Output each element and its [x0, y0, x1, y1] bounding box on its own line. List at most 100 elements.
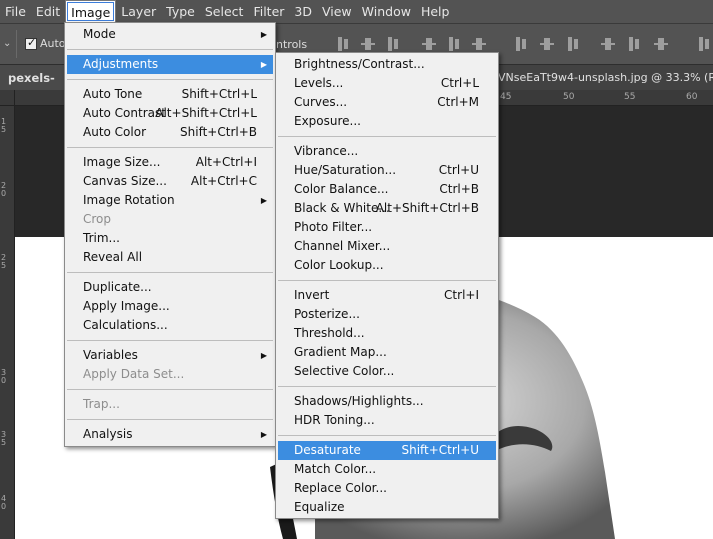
align-distribute-icon[interactable] [697, 36, 711, 52]
image-menu-item-auto-color[interactable]: Auto Color Shift+Ctrl+B [67, 123, 273, 142]
align-distribute-icon[interactable] [654, 36, 668, 52]
menu-window[interactable]: Window [357, 0, 416, 23]
menu-select[interactable]: Select [200, 0, 249, 23]
menu-item-shortcut: Alt+Shift+Ctrl+B [375, 201, 479, 215]
adjustments-item-replace-color[interactable]: Replace Color... [278, 479, 496, 498]
submenu-arrow-icon: ▶ [260, 196, 267, 205]
align-distribute-icon[interactable] [422, 36, 436, 52]
menu-divider [67, 340, 273, 341]
menu-item-shortcut: Alt+Shift+Ctrl+L [155, 106, 257, 120]
menu-divider [278, 136, 496, 137]
menu-item-label: Adjustments [83, 57, 159, 71]
document-tab-active[interactable]: VNseEaTt9w4-unsplash.jpg @ 33.3% (RGI [498, 65, 713, 91]
align-distribute-icon[interactable] [627, 36, 641, 52]
image-menu-item-auto-contrast[interactable]: Auto Contrast Alt+Shift+Ctrl+L [67, 104, 273, 123]
adjustments-item-match-color[interactable]: Match Color... [278, 460, 496, 479]
adjustments-item-hue-saturation[interactable]: Hue/Saturation... Ctrl+U [278, 161, 496, 180]
image-menu-item-apply-data-set: Apply Data Set... [67, 365, 273, 384]
menu-item-label: Trap... [83, 397, 120, 411]
menu-image[interactable]: Image [65, 0, 117, 23]
ruler-tick-label: 55 [624, 92, 636, 102]
chevron-down-icon[interactable]: ⌄ [3, 38, 11, 49]
adjustments-item-threshold[interactable]: Threshold... [278, 324, 496, 343]
menu-type[interactable]: Type [161, 0, 200, 23]
image-menu-item-adjustments[interactable]: Adjustments ▶ [67, 55, 273, 74]
align-distribute-icon[interactable] [566, 36, 580, 52]
menu-item-label: Analysis [83, 427, 133, 441]
image-menu-item-apply-image[interactable]: Apply Image... [67, 297, 273, 316]
adjustments-item-levels[interactable]: Levels... Ctrl+L [278, 74, 496, 93]
align-distribute-icon[interactable] [447, 36, 461, 52]
menu-item-label: Image Size... [83, 155, 161, 169]
adjustments-submenu: Brightness/Contrast... Levels... Ctrl+L Cur… [275, 52, 499, 519]
menu-file[interactable]: File [0, 0, 31, 23]
menu-item-shortcut: Shift+Ctrl+B [180, 125, 257, 139]
adjustments-item-selective-color[interactable]: Selective Color... [278, 362, 496, 381]
image-menu-item-auto-tone[interactable]: Auto Tone Shift+Ctrl+L [67, 85, 273, 104]
image-menu-item-duplicate[interactable]: Duplicate... [67, 278, 273, 297]
auto-select-checkbox[interactable] [25, 36, 37, 50]
menu-filter[interactable]: Filter [248, 0, 289, 23]
align-distribute-icon[interactable] [336, 36, 350, 52]
menu-divider [67, 272, 273, 273]
menu-divider [278, 386, 496, 387]
ruler-tick-label: 5 [1, 261, 7, 270]
adjustments-item-shadows-highlights[interactable]: Shadows/Highlights... [278, 392, 496, 411]
menu-bar: File Edit Image Layer Type Select Filter 3D View… [0, 0, 713, 23]
document-tab[interactable]: pexels-spe [0, 65, 66, 111]
vertical-ruler[interactable]: 152025303540 [0, 106, 15, 539]
menu-view[interactable]: View [317, 0, 357, 23]
adjustments-item-black-white[interactable]: Black & White... Alt+Shift+Ctrl+B [278, 199, 496, 218]
image-menu-item-analysis[interactable]: Analysis ▶ [67, 425, 273, 444]
image-menu-item-mode[interactable]: Mode ▶ [67, 25, 273, 44]
submenu-arrow-icon: ▶ [260, 60, 267, 69]
adjustments-item-invert[interactable]: Invert Ctrl+I [278, 286, 496, 305]
menu-item-label: HDR Toning... [294, 413, 375, 427]
menu-item-shortcut: Ctrl+M [437, 95, 479, 109]
adjustments-item-color-lookup[interactable]: Color Lookup... [278, 256, 496, 275]
image-menu-item-image-size[interactable]: Image Size... Alt+Ctrl+I [67, 153, 273, 172]
menu-item-label: Color Balance... [294, 182, 389, 196]
adjustments-item-exposure[interactable]: Exposure... [278, 112, 496, 131]
adjustments-item-gradient-map[interactable]: Gradient Map... [278, 343, 496, 362]
show-transform-controls-label: ntrols [276, 38, 308, 51]
adjustments-item-photo-filter[interactable]: Photo Filter... [278, 218, 496, 237]
submenu-arrow-icon: ▶ [260, 430, 267, 439]
menu-item-shortcut: Shift+Ctrl+U [401, 443, 479, 457]
menu-item-label: Crop [83, 212, 112, 226]
adjustments-item-desaturate[interactable]: Desaturate Shift+Ctrl+U [278, 441, 496, 460]
align-distribute-icon[interactable] [514, 36, 528, 52]
adjustments-item-equalize[interactable]: Equalize [278, 498, 496, 517]
ruler-corner [0, 90, 15, 106]
image-menu-item-calculations[interactable]: Calculations... [67, 316, 273, 335]
adjustments-item-posterize[interactable]: Posterize... [278, 305, 496, 324]
adjustments-item-curves[interactable]: Curves... Ctrl+M [278, 93, 496, 112]
adjustments-item-color-balance[interactable]: Color Balance... Ctrl+B [278, 180, 496, 199]
ruler-tick-label: 60 [686, 92, 698, 102]
image-menu-item-reveal-all[interactable]: Reveal All [67, 248, 273, 267]
image-menu-item-crop: Crop [67, 210, 273, 229]
align-distribute-icon[interactable] [386, 36, 400, 52]
adjustments-item-brightness-contrast[interactable]: Brightness/Contrast... [278, 55, 496, 74]
menu-3d[interactable]: 3D [289, 0, 317, 23]
menu-item-label: Apply Image... [83, 299, 170, 313]
ruler-tick-label: 5 [1, 438, 7, 447]
image-menu-item-trim[interactable]: Trim... [67, 229, 273, 248]
adjustments-item-hdr-toning[interactable]: HDR Toning... [278, 411, 496, 430]
menu-item-label: Hue/Saturation... [294, 163, 397, 177]
menu-item-shortcut: Alt+Ctrl+I [195, 155, 257, 169]
ruler-tick-label: 45 [500, 92, 512, 102]
align-distribute-icon[interactable] [472, 36, 486, 52]
menu-layer[interactable]: Layer [116, 0, 161, 23]
image-menu-item-image-rotation[interactable]: Image Rotation ▶ [67, 191, 273, 210]
submenu-arrow-icon: ▶ [260, 30, 267, 39]
menu-help[interactable]: Help [416, 0, 455, 23]
align-distribute-icon[interactable] [601, 36, 615, 52]
align-distribute-icon[interactable] [361, 36, 375, 52]
menu-edit[interactable]: Edit [31, 0, 65, 23]
image-menu-item-variables[interactable]: Variables ▶ [67, 346, 273, 365]
adjustments-item-channel-mixer[interactable]: Channel Mixer... [278, 237, 496, 256]
align-distribute-icon[interactable] [540, 36, 554, 52]
adjustments-item-vibrance[interactable]: Vibrance... [278, 142, 496, 161]
image-menu-item-canvas-size[interactable]: Canvas Size... Alt+Ctrl+C [67, 172, 273, 191]
